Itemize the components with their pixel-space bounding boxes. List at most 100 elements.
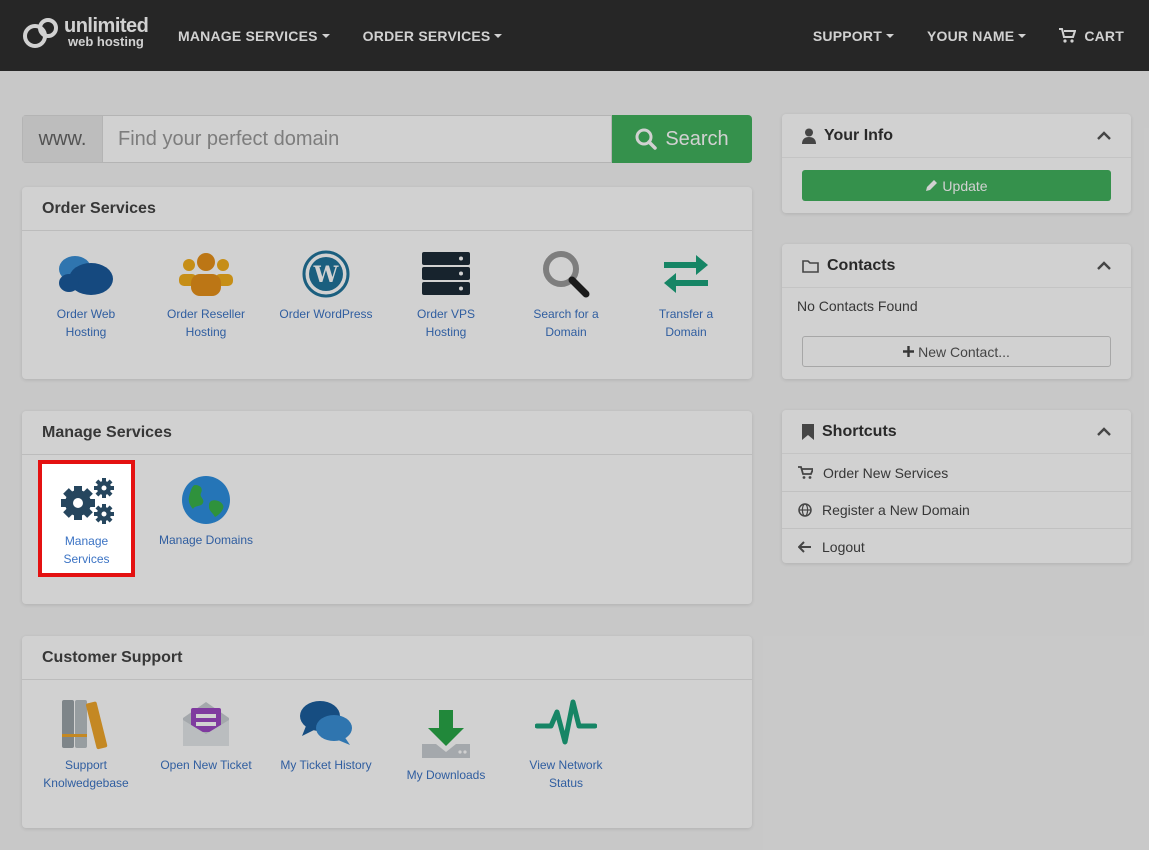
tile-manage-domains[interactable]: Manage Domains [158,475,254,549]
pulse-icon [535,699,597,745]
tile-label: Manage Domains [158,533,254,547]
tile-order-web-hosting[interactable]: Order Web Hosting [38,249,134,341]
bookmark-icon [802,423,814,440]
cloud-icon [59,256,113,295]
tile-transfer-domain[interactable]: Transfer a Domain [638,249,734,341]
domain-search-input[interactable]: Find your perfect domain [103,115,612,163]
caret-down-icon [1018,33,1027,38]
books-icon [62,700,108,750]
nav-cart-label: CART [1084,27,1124,44]
tile-order-vps-hosting[interactable]: Order VPS Hosting [398,249,494,341]
manage-services-title: Manage Services [22,411,752,455]
tile-my-downloads[interactable]: My Downloads [398,708,494,784]
tile-label: Support Knolwedgebase [43,758,129,790]
globe-icon [798,503,812,517]
your-info-title: Your Info [824,126,894,144]
tile-network-status[interactable]: View Network Status [518,698,614,792]
server-icon [422,252,470,295]
tile-search-domain[interactable]: Search for a Domain [518,249,614,341]
customer-support-panel: Customer Support Support Knolwedgebase O… [22,636,752,828]
highlighted-manage-services-tile[interactable]: Manage Services [38,460,135,577]
contacts-panel: Contacts No Contacts Found New Contact..… [782,244,1131,379]
users-group-icon [179,253,233,296]
gears-icon [60,478,114,524]
nav-order-services-label: ORDER SERVICES [362,27,491,44]
chat-bubbles-icon [300,701,352,745]
customer-support-title: Customer Support [22,636,752,680]
new-contact-label: New Contact... [918,343,1010,360]
search-button[interactable]: Search [612,115,752,163]
nav-manage-services[interactable]: MANAGE SERVICES [178,28,330,44]
order-services-title: Order Services [22,187,752,231]
shortcut-order-new-services[interactable]: Order New Services [782,454,1131,491]
cart-icon [798,466,813,479]
shortcut-label: Logout [822,539,865,555]
chevron-up-icon[interactable] [1097,131,1111,140]
chevron-up-icon[interactable] [1097,261,1111,270]
nav-support-label: SUPPORT [812,27,882,44]
pencil-icon [926,180,938,191]
tile-ticket-history[interactable]: My Ticket History [278,698,374,774]
brand-line1: unlimited [64,15,149,37]
shortcuts-panel: Shortcuts Order New Services Register a … [782,410,1131,563]
tile-label: Order VPS Hosting [416,307,476,339]
shortcut-list: Order New Services Register a New Domain… [782,454,1131,565]
domain-search: www. Find your perfect domain Search [22,115,752,163]
logo-infinity-icon [22,16,60,50]
tile-label: Open New Ticket [160,758,252,772]
transfer-arrows-icon [664,255,708,293]
tile-label: Search for a Domain [533,307,599,339]
tile-label: Order Reseller Hosting [166,307,246,339]
chevron-up-icon[interactable] [1097,427,1111,436]
arrow-left-icon [798,541,811,553]
tile-label: My Downloads [406,768,486,782]
brand-logo[interactable]: unlimited web hosting [22,15,149,50]
caret-down-icon [321,33,330,38]
svg-text:W: W [313,262,339,288]
shortcut-label: Register a New Domain [822,502,970,518]
plus-icon [903,346,915,357]
shortcut-register-domain[interactable]: Register a New Domain [782,491,1131,528]
order-services-panel: Order Services Order Web Hosting Order R… [22,187,752,379]
cart-icon [1059,28,1077,43]
tile-label: Order WordPress [279,307,373,321]
www-prefix: www. [22,115,103,163]
tile-manage-services[interactable]: Manage Services [42,476,131,568]
caret-down-icon [494,33,503,38]
tile-order-wordpress[interactable]: W Order WordPress [278,249,374,323]
tile-label: My Ticket History [280,758,372,772]
no-contacts-text: No Contacts Found [797,298,918,314]
contacts-title: Contacts [827,256,896,274]
nav-cart[interactable]: CART [1059,28,1124,44]
tile-label: Manage Services [63,534,110,566]
nav-order-services[interactable]: ORDER SERVICES [363,28,503,44]
primary-nav: MANAGE SERVICES ORDER SERVICES [178,0,535,71]
tile-label: Transfer a Domain [658,307,714,339]
secondary-nav: SUPPORT YOUR NAME CART [813,0,1124,71]
your-info-panel: Your Info Update [782,114,1131,213]
wordpress-icon: W [302,250,350,298]
magnifier-icon [543,251,590,298]
tile-open-new-ticket[interactable]: Open New Ticket [158,698,254,774]
search-icon [635,128,658,150]
envelope-ticket-icon [183,702,229,746]
search-button-label: Search [665,127,729,150]
shortcut-logout[interactable]: Logout [782,528,1131,565]
shortcut-label: Order New Services [823,464,949,481]
tile-order-reseller-hosting[interactable]: Order Reseller Hosting [158,249,254,341]
nav-your-name[interactable]: YOUR NAME [926,27,1027,44]
nav-your-name-label: YOUR NAME [926,27,1015,44]
new-contact-button[interactable]: New Contact... [802,336,1111,367]
tile-support-knowledgebase[interactable]: Support Knolwedgebase [38,698,134,792]
nav-support[interactable]: SUPPORT [813,28,894,44]
update-button[interactable]: Update [802,170,1111,201]
tile-label: View Network Status [529,758,603,790]
tile-label: Order Web Hosting [56,307,116,339]
brand-line2: web hosting [68,34,144,49]
globe-icon [182,476,230,524]
nav-manage-services-label: MANAGE SERVICES [178,27,318,44]
folder-icon [802,259,819,273]
top-navbar: unlimited web hosting MANAGE SERVICES OR… [0,0,1149,71]
shortcuts-title: Shortcuts [822,422,897,440]
user-icon [802,128,816,144]
